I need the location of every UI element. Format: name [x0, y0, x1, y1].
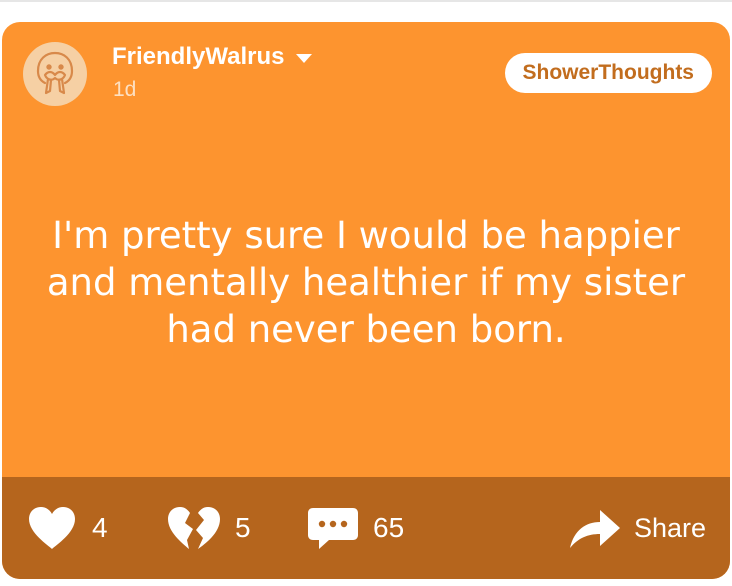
comment-icon: [308, 508, 358, 549]
comment-count: 65: [373, 512, 405, 543]
walrus-icon: [36, 51, 74, 95]
share-button[interactable]: Share: [568, 477, 706, 579]
post-header: FriendlyWalrus 1d ShowerThoughts: [2, 22, 730, 132]
chevron-down-icon[interactable]: [296, 54, 313, 63]
top-divider: [0, 0, 732, 2]
share-label: Share: [633, 512, 706, 543]
avatar[interactable]: [23, 42, 87, 106]
broken-heart-icon: [168, 507, 220, 549]
comment-button[interactable]: 65: [307, 477, 404, 579]
post-timestamp: 1d: [113, 78, 137, 101]
dislike-button[interactable]: 5: [165, 477, 251, 579]
topic-tag-button[interactable]: ShowerThoughts: [504, 53, 712, 93]
dislike-count: 5: [235, 512, 251, 543]
heart-icon: [29, 507, 75, 549]
post-actions-bar: 4 5 65 Share: [2, 477, 730, 579]
post-body-text: I'm pretty sure I would be happier and m…: [46, 214, 686, 351]
username[interactable]: FriendlyWalrus: [112, 43, 284, 71]
post-card[interactable]: FriendlyWalrus 1d ShowerThoughts I'm pre…: [2, 22, 730, 579]
like-count: 4: [92, 512, 108, 543]
share-arrow-icon: [569, 510, 620, 548]
username-row[interactable]: FriendlyWalrus: [112, 42, 313, 72]
like-button[interactable]: 4: [26, 477, 108, 579]
